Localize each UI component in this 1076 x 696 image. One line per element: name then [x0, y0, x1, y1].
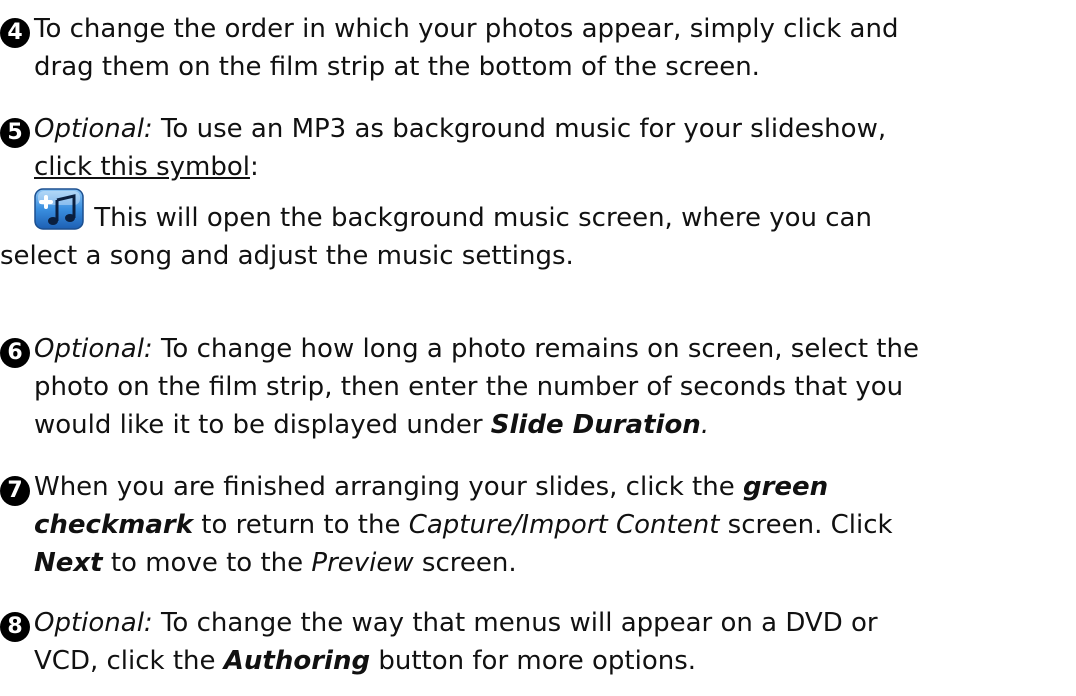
step-5-line-2: click this symbol:: [0, 148, 1072, 186]
step-8-line-2: VCD, click the Authoring button for more…: [0, 642, 1072, 680]
step-text: button for more options.: [370, 646, 697, 676]
add-music-icon: [34, 188, 84, 230]
optional-label: Optional:: [34, 114, 153, 144]
step-7-line-3: Next to move to the Preview screen.: [0, 544, 1072, 582]
step-number-badge: 4: [0, 18, 30, 48]
step-4-line-1: 4 To change the order in which your photo…: [0, 10, 1072, 48]
authoring-label: Authoring: [223, 646, 371, 676]
step-6-line-1: 6 Optional: To change how long a photo re…: [0, 330, 1072, 368]
symbol-reference-text: click this symbol: [34, 152, 250, 182]
optional-label: Optional:: [34, 608, 153, 638]
step-5-line-3: This will open the background music scre…: [0, 188, 1072, 237]
step-7-line-2: checkmark to return to the Capture/Impor…: [0, 506, 1072, 544]
colon: :: [249, 152, 259, 182]
step-text: to move to the: [102, 548, 312, 578]
step-text: screen.: [413, 548, 517, 578]
slide-duration-label: Slide Duration: [490, 410, 701, 440]
step-5-line-1: 5 Optional: To use an MP3 as background m…: [0, 110, 1072, 148]
optional-label: Optional:: [34, 334, 153, 364]
step-text: This will open the background music scre…: [86, 203, 872, 233]
step-6-line-3: would like it to be displayed under Slid…: [0, 406, 1072, 444]
step-text: photo on the film strip, then enter the …: [34, 372, 904, 402]
step-text: screen. Click: [719, 510, 893, 540]
step-text: When you are finished arranging your sli…: [34, 472, 743, 502]
step-text: to return to the: [193, 510, 409, 540]
next-label: Next: [34, 548, 103, 578]
step-5: 5 Optional: To use an MP3 as background m…: [0, 110, 1072, 275]
step-8: 8 Optional: To change the way that menus …: [0, 604, 1072, 680]
step-number-badge: 8: [0, 612, 30, 642]
step-number-badge: 7: [0, 476, 30, 506]
step-text: To use an MP3 as background music for yo…: [152, 114, 887, 144]
screen-name: Preview: [311, 548, 414, 578]
step-8-line-1: 8 Optional: To change the way that menus …: [0, 604, 1072, 642]
checkmark-label: checkmark: [34, 510, 194, 540]
step-text: select a song and adjust the music setti…: [0, 241, 574, 271]
step-6: 6 Optional: To change how long a photo re…: [0, 330, 1072, 444]
green-label: green: [742, 472, 829, 502]
screen-name: Capture/Import Content: [408, 510, 720, 540]
step-4: 4 To change the order in which your photo…: [0, 10, 1072, 86]
step-number-badge: 5: [0, 118, 30, 148]
step-number-badge: 6: [0, 338, 30, 368]
step-7-line-1: 7 When you are finished arranging your sl…: [0, 468, 1072, 506]
step-text: VCD, click the: [34, 646, 224, 676]
step-text: To change the order in which your photos…: [34, 14, 899, 44]
step-text: would like it to be displayed under: [34, 410, 491, 440]
step-text: To change how long a photo remains on sc…: [152, 334, 919, 364]
step-text: To change the way that menus will appear…: [152, 608, 878, 638]
step-text: drag them on the film strip at the botto…: [34, 52, 760, 82]
step-7: 7 When you are finished arranging your sl…: [0, 468, 1072, 582]
period: .: [700, 410, 710, 440]
